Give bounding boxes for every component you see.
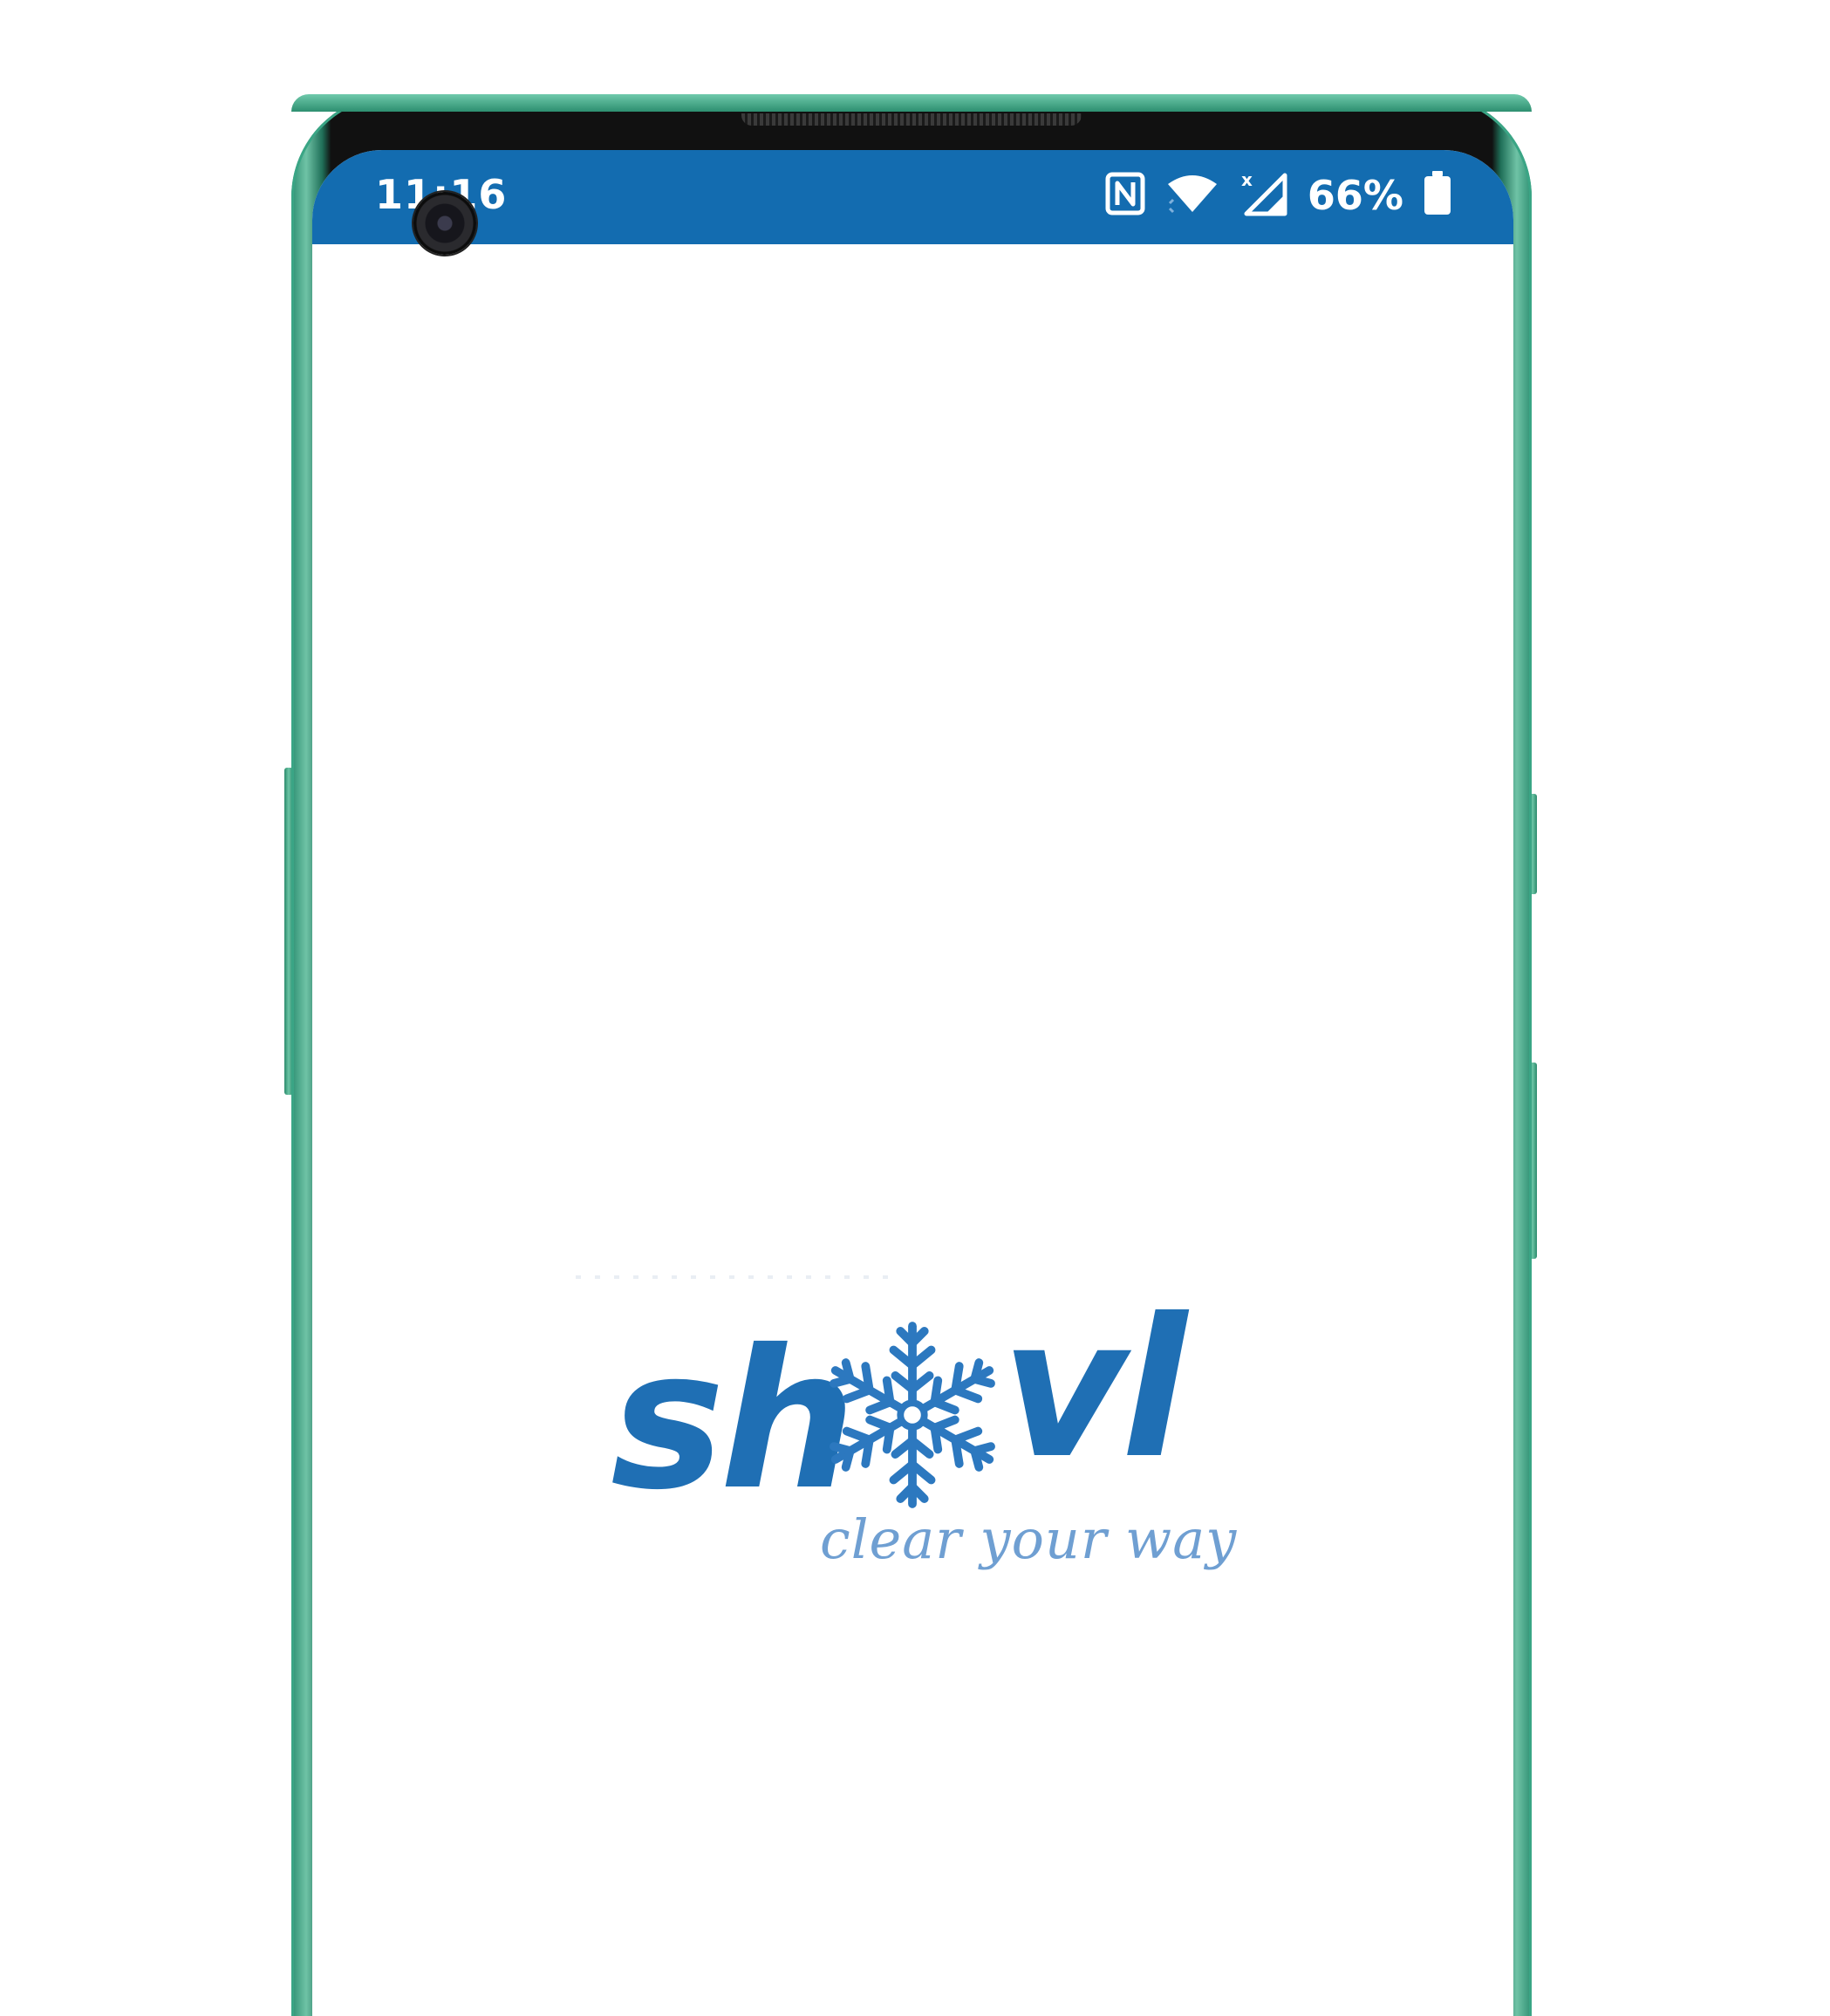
nfc-icon [1105,172,1145,219]
app-logo: sh vl clear your way [611,1277,1236,1571]
device-mockup: 11:16 [0,0,1830,2016]
battery-percent: 66% [1307,172,1403,219]
battery-icon [1423,171,1452,220]
wifi-icon [1164,172,1220,219]
status-icons: x 66% [1105,169,1452,222]
logo-text-right: vl [1001,1277,1187,1500]
logo-text-left: sh [611,1309,857,1532]
decorative-dots [576,1275,890,1279]
svg-text:x: x [1241,170,1253,190]
front-camera [413,192,476,255]
logo-tagline: clear your way [820,1507,1238,1571]
status-bar: 11:16 [312,150,1513,244]
earpiece-speaker [741,113,1082,126]
snowflake-icon [827,1319,998,1514]
phone-top-rim [291,94,1532,112]
cell-signal-icon: x [1239,169,1288,221]
phone-screen: 11:16 [312,150,1513,2016]
